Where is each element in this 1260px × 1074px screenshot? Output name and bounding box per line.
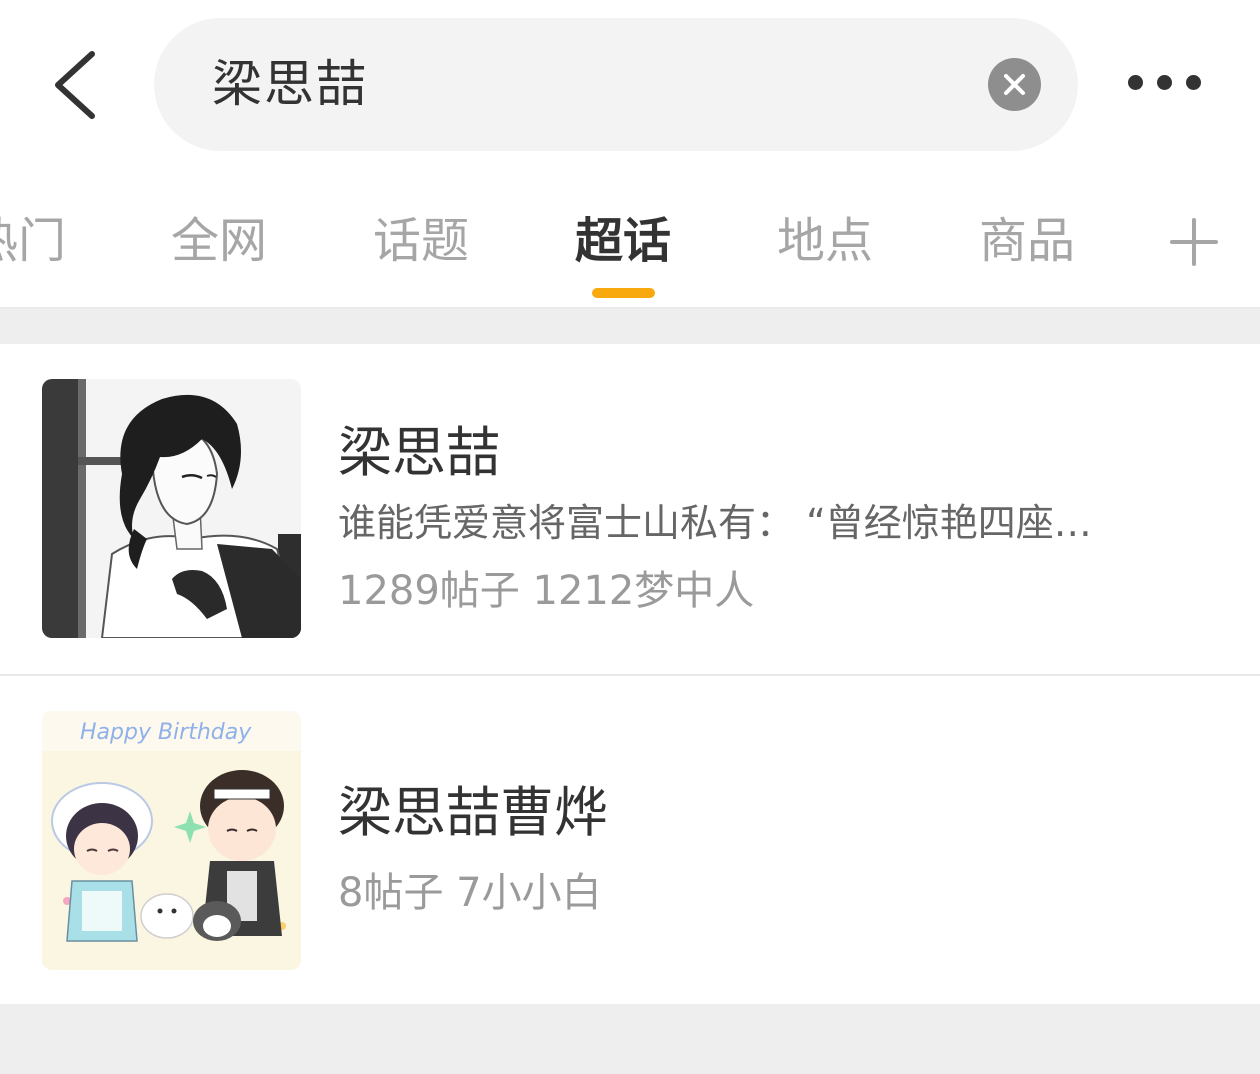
more-dots-icon [1186, 75, 1201, 90]
search-header: 梁思喆 [0, 0, 1260, 170]
tab-goods[interactable]: 商品 [979, 206, 1075, 276]
list-item[interactable]: Happy Birthday 梁思喆曹烨 8帖子 7小小白 [0, 676, 1260, 1004]
clear-icon [1004, 74, 1025, 95]
result-description: 谁能凭爱意将富士山私有： “曾经惊艳四座… [338, 501, 1092, 545]
manga-portrait-image [42, 379, 301, 638]
more-dots-icon [1128, 75, 1143, 90]
super-topic-avatar [42, 379, 301, 638]
search-category-tabs: 热门 全网 话题 超话 地点 商品 [0, 170, 1260, 309]
super-topic-results: 梁思喆 谁能凭爱意将富士山私有： “曾经惊艳四座… 1289帖子 1212梦中人… [0, 344, 1260, 1004]
more-button[interactable] [1118, 60, 1210, 106]
tab-super-topics[interactable]: 超话 [575, 206, 671, 276]
tab-hot[interactable]: 热门 [0, 206, 66, 276]
birthday-caption: Happy Birthday [80, 720, 252, 745]
result-title: 梁思喆 [338, 421, 500, 484]
tab-topics[interactable]: 话题 [373, 206, 469, 276]
back-button[interactable] [40, 40, 112, 130]
app-root: 梁思喆 热门 全网 话题 超话 地点 商品 [0, 0, 1260, 1074]
result-stats: 8帖子 7小小白 [338, 870, 602, 916]
plus-icon [1170, 218, 1218, 266]
more-dots-icon [1157, 75, 1172, 90]
chevron-left-icon [55, 51, 95, 119]
add-tab-button[interactable] [1168, 216, 1220, 268]
tab-places[interactable]: 地点 [777, 206, 873, 276]
active-tab-indicator [592, 288, 655, 298]
result-title: 梁思喆曹烨 [338, 781, 608, 844]
result-stats: 1289帖子 1212梦中人 [338, 568, 755, 614]
chibi-birthday-image: Happy Birthday [42, 711, 301, 970]
super-topic-avatar: Happy Birthday [42, 711, 301, 970]
search-input[interactable]: 梁思喆 [154, 18, 1078, 151]
clear-search-button[interactable] [988, 58, 1041, 111]
search-query-text: 梁思喆 [212, 55, 368, 113]
tab-all-web[interactable]: 全网 [171, 206, 267, 276]
list-item[interactable]: 梁思喆 谁能凭爱意将富士山私有： “曾经惊艳四座… 1289帖子 1212梦中人 [0, 344, 1260, 676]
